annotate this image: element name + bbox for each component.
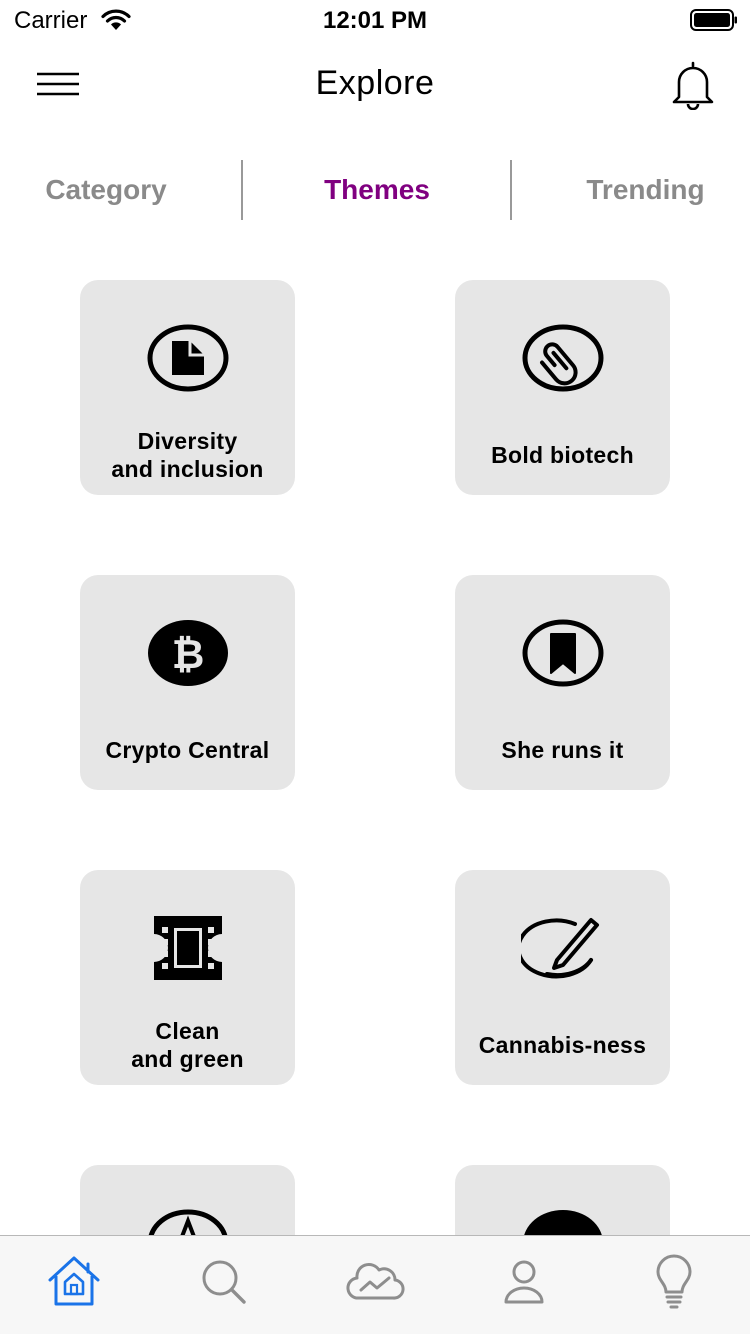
- notifications-button[interactable]: [666, 60, 720, 111]
- tab-bar-ideas[interactable]: [644, 1252, 704, 1312]
- home-icon: [48, 1256, 100, 1306]
- tab-divider: [510, 160, 512, 220]
- bell-icon: [672, 61, 714, 111]
- theme-card-bold-biotech[interactable]: Bold biotech: [455, 280, 670, 495]
- tab-themes[interactable]: Themes: [243, 155, 511, 225]
- navigation-bar: Explore: [0, 40, 750, 130]
- themes-grid: Diversity and inclusion Bold biotech ₿ C…: [0, 280, 750, 1235]
- battery-icon: [690, 9, 737, 31]
- tab-bar-search[interactable]: [194, 1252, 254, 1312]
- tab-category[interactable]: Category: [0, 155, 212, 225]
- tab-bar-profile[interactable]: [494, 1252, 554, 1312]
- status-time: 12:01 PM: [322, 7, 428, 34]
- pencil-ellipse-icon: [521, 918, 599, 979]
- page-title: Explore: [315, 64, 435, 102]
- theme-card-partial[interactable]: [455, 1165, 670, 1235]
- theme-label: She runs it: [501, 737, 624, 763]
- theme-label: Diversity and inclusion: [111, 428, 264, 482]
- theme-label: Cannabis-ness: [478, 1032, 647, 1058]
- bottom-tab-bar: [0, 1235, 750, 1334]
- svg-text:₿: ₿: [172, 632, 205, 678]
- explore-tabs: Category Themes Trending: [0, 155, 750, 225]
- cloud-chart-icon: [346, 1263, 405, 1300]
- tab-bar-home[interactable]: [44, 1252, 104, 1312]
- paperclip-circle-icon: [522, 324, 604, 392]
- bookmark-circle-icon: [522, 619, 604, 687]
- lightbulb-icon: [656, 1254, 692, 1309]
- film-icon: [154, 916, 222, 980]
- theme-card-she-runs-it[interactable]: She runs it: [455, 575, 670, 790]
- theme-card-clean-and-green[interactable]: Clean and green: [80, 870, 295, 1085]
- tab-trending[interactable]: Trending: [541, 155, 750, 225]
- person-icon: [504, 1260, 544, 1304]
- theme-label: Crypto Central: [105, 737, 270, 763]
- tab-bar-cloud-chart[interactable]: [345, 1252, 405, 1312]
- theme-card-cannabis-ness[interactable]: Cannabis-ness: [455, 870, 670, 1085]
- theme-card-diversity[interactable]: Diversity and inclusion: [80, 280, 295, 495]
- theme-label: Clean and green: [131, 1018, 244, 1072]
- theme-card-partial[interactable]: [80, 1165, 295, 1235]
- status-bar: Carrier 12:01 PM: [0, 0, 750, 40]
- folder-circle-icon: [524, 1210, 602, 1235]
- theme-label: Bold biotech: [491, 442, 634, 468]
- bitcoin-circle-icon: ₿: [148, 620, 228, 686]
- theme-card-crypto-central[interactable]: ₿ Crypto Central: [80, 575, 295, 790]
- document-circle-icon: [147, 324, 229, 392]
- compass-circle-icon: [148, 1209, 228, 1235]
- search-icon: [202, 1260, 246, 1304]
